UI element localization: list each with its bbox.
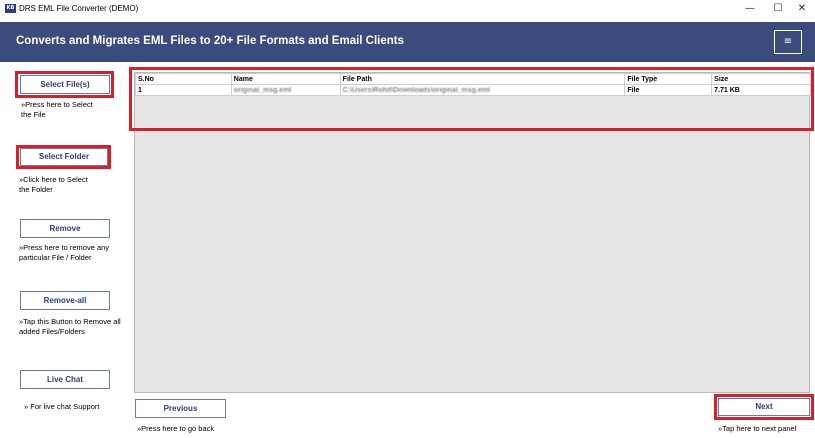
select-files-hint-line-2: the File <box>21 110 46 119</box>
file-table-highlight <box>129 67 814 131</box>
window-title: DRS EML File Converter (DEMO) <box>19 4 139 13</box>
menu-icon[interactable]: ≡ <box>774 30 802 54</box>
select-folder-hint: »Click here to Select the Folder <box>19 175 88 195</box>
remove-all-hint: »Tap this Button to Remove all added Fil… <box>19 317 121 337</box>
remove-all-button[interactable]: Remove-all <box>20 291 110 310</box>
remove-button[interactable]: Remove <box>20 219 110 238</box>
page-title: Converts and Migrates EML Files to 20+ F… <box>16 35 405 47</box>
remove-all-hint-line-1: »Tap this Button to Remove all <box>19 317 121 326</box>
header-banner: Converts and Migrates EML Files to 20+ F… <box>0 22 815 62</box>
select-folder-hint-line-2: the Folder <box>19 185 53 194</box>
select-files-hint: »Press here to Select the File <box>21 100 93 120</box>
previous-hint: »Press here to go back <box>137 424 215 433</box>
app-logo-icon: KB <box>5 4 16 13</box>
live-chat-button[interactable]: Live Chat <box>20 370 110 389</box>
live-chat-hint: » For live chat Support <box>24 402 100 411</box>
remove-hint-line-1: »Press here to remove any <box>19 243 110 252</box>
previous-button[interactable]: Previous <box>135 399 226 418</box>
select-files-hint-line-1: »Press here to Select <box>21 100 93 109</box>
remove-all-hint-line-2: added Files/Folders <box>19 327 85 336</box>
title-bar: KB DRS EML File Converter (DEMO) — ☐ ✕ <box>0 0 815 18</box>
next-hint: »Tap here to next panel <box>718 424 797 433</box>
next-button[interactable]: Next <box>718 398 810 416</box>
remove-hint: »Press here to remove any particular Fil… <box>19 243 109 263</box>
close-icon[interactable]: ✕ <box>789 0 815 18</box>
select-folder-button[interactable]: Select Folder <box>20 148 108 166</box>
remove-hint-line-2: particular File / Folder <box>19 253 92 262</box>
select-files-button[interactable]: Select File(s) <box>20 75 110 94</box>
select-folder-hint-line-1: »Click here to Select <box>19 175 88 184</box>
